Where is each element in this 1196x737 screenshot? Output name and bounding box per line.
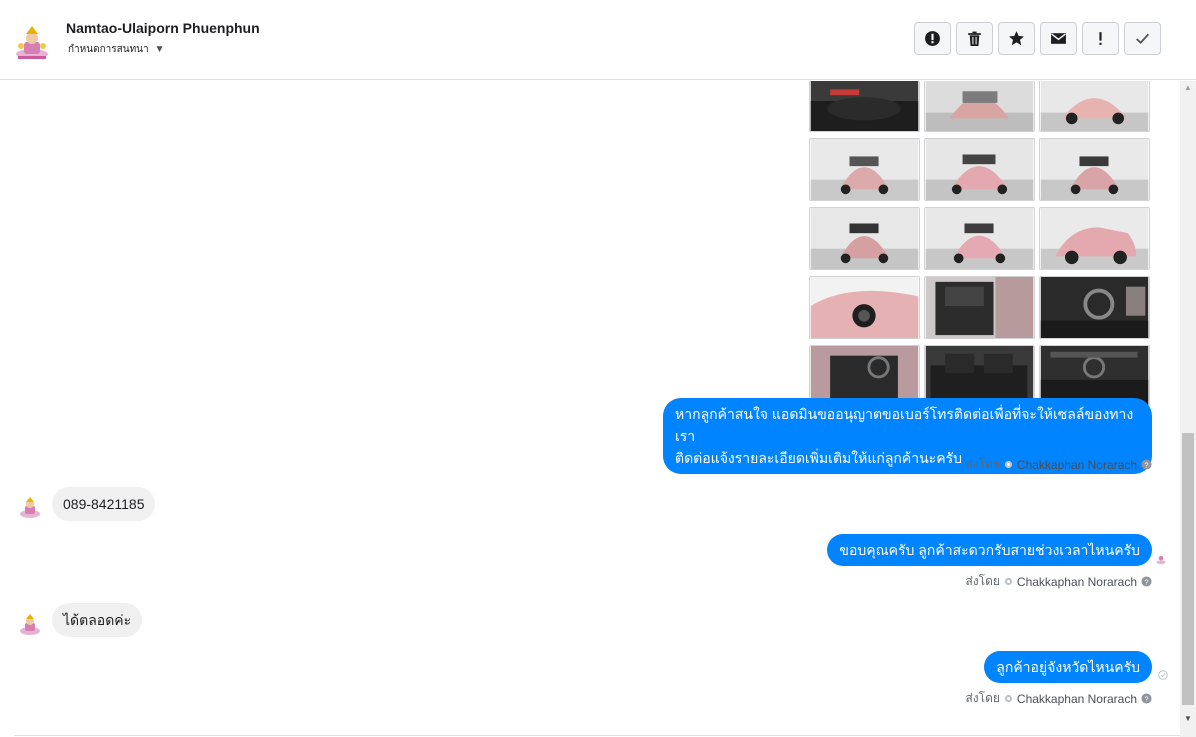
agent-name[interactable]: Chakkaphan Norarach [1017, 575, 1137, 589]
scroll-up-icon[interactable]: ▲ [1184, 83, 1192, 92]
car-photo[interactable] [809, 276, 920, 339]
conversation-header: Namtao-Ulaiporn Phuenphun กำหนดการสนทนา … [0, 0, 1196, 80]
caret-down-icon: ▼ [154, 44, 165, 55]
scrollbar-thumb[interactable] [1182, 433, 1194, 705]
star-icon [1009, 31, 1024, 46]
customer-avatar-small [20, 497, 40, 518]
composer-divider [14, 735, 1180, 736]
sent-by-prefix: ส่งโดย [965, 574, 1000, 588]
car-photo[interactable] [1039, 276, 1150, 339]
sent-by: ส่งโดย Chakkaphan Norarach ? [965, 455, 1152, 474]
sent-by: ส่งโดย Chakkaphan Norarach ? [965, 689, 1152, 708]
help-icon[interactable]: ? [1141, 459, 1152, 470]
sent-by-prefix: ส่งโดย [965, 691, 1000, 705]
car-photo[interactable] [924, 138, 1035, 201]
svg-text:?: ? [1144, 460, 1148, 469]
delete-button[interactable] [956, 22, 993, 55]
photo-grid [809, 81, 1150, 408]
message-line: หากลูกค้าสนใจ แอดมินขออนุญาตขอเบอร์โทรติ… [675, 406, 1134, 444]
check-icon [1136, 33, 1149, 44]
mark-spam-button[interactable] [1082, 22, 1119, 55]
car-photo[interactable] [924, 81, 1035, 132]
svg-text:?: ? [1144, 694, 1148, 703]
car-photo[interactable] [809, 138, 920, 201]
sent-check-icon [1158, 670, 1168, 680]
header-actions [914, 22, 1161, 55]
car-photo[interactable] [809, 207, 920, 270]
seen-avatar [1156, 555, 1166, 564]
gear-icon [1004, 460, 1013, 469]
report-button[interactable] [914, 22, 951, 55]
message-thread: หากลูกค้าสนใจ แอดมินขออนุญาตขอเบอร์โทรติ… [0, 81, 1180, 735]
car-photo[interactable] [1039, 81, 1150, 132]
customer-name: Namtao-Ulaiporn Phuenphun [66, 20, 260, 36]
incoming-message: ได้ตลอดค่ะ [52, 603, 143, 637]
assign-conversation-dropdown[interactable]: กำหนดการสนทนา ▼ [68, 42, 165, 57]
outgoing-message: ลูกค้าอยู่จังหวัดไหนครับ [984, 651, 1152, 683]
car-photo[interactable] [924, 207, 1035, 270]
trash-icon [968, 31, 981, 46]
report-icon [925, 31, 940, 46]
scroll-down-icon[interactable]: ▼ [1184, 714, 1192, 723]
svg-text:?: ? [1144, 577, 1148, 586]
mark-done-button[interactable] [1124, 22, 1161, 55]
help-icon[interactable]: ? [1141, 693, 1152, 704]
mail-icon [1051, 33, 1066, 44]
incoming-message: 089-8421185 [52, 487, 156, 521]
car-photo[interactable] [1039, 138, 1150, 201]
outgoing-message: ขอบคุณครับ ลูกค้าสะดวกรับสายช่วงเวลาไหนค… [827, 534, 1152, 566]
thread-scrollbar[interactable]: ▲ ▼ [1180, 81, 1196, 737]
gear-icon [1004, 694, 1013, 703]
agent-name[interactable]: Chakkaphan Norarach [1017, 458, 1137, 472]
sent-by: ส่งโดย Chakkaphan Norarach ? [965, 572, 1152, 591]
car-photo[interactable] [809, 81, 920, 132]
customer-avatar-small [20, 614, 40, 635]
customer-avatar[interactable] [14, 24, 50, 60]
mark-unread-button[interactable] [1040, 22, 1077, 55]
star-button[interactable] [998, 22, 1035, 55]
exclamation-icon [1099, 32, 1102, 45]
sent-by-prefix: ส่งโดย [965, 457, 1000, 471]
gear-icon [1004, 577, 1013, 586]
car-photo[interactable] [1039, 207, 1150, 270]
car-photo[interactable] [924, 276, 1035, 339]
agent-name[interactable]: Chakkaphan Norarach [1017, 692, 1137, 706]
assign-label: กำหนดการสนทนา [68, 44, 149, 55]
help-icon[interactable]: ? [1141, 576, 1152, 587]
